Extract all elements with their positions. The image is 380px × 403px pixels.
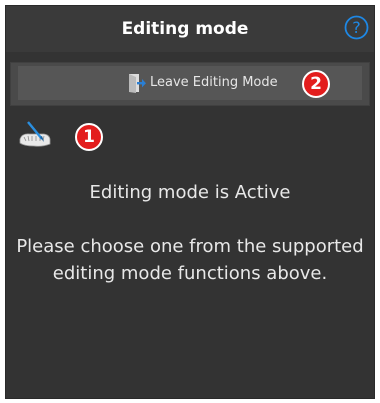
exit-door-icon	[129, 74, 146, 93]
panel-title: Editing mode	[121, 19, 249, 39]
status-message-body: Please choose one from the supported edi…	[16, 236, 364, 284]
svg-text:?: ?	[352, 18, 361, 37]
panel-header: Editing mode ?	[6, 6, 374, 52]
editing-mode-panel: Editing mode ? Leave Editing Mode 2 1 Ed…	[6, 6, 374, 398]
annotation-badge-1: 1	[75, 123, 103, 151]
annotation-badge-2: 2	[302, 70, 330, 98]
leave-button-label: Leave Editing Mode	[150, 75, 278, 90]
leave-editing-mode-button[interactable]: Leave Editing Mode 2	[17, 65, 363, 101]
jaw-edit-tool-icon[interactable]	[18, 119, 52, 151]
status-message-title: Editing mode is Active	[89, 182, 291, 203]
editing-tools-row: 1	[6, 114, 374, 158]
help-circle-icon[interactable]: ?	[344, 15, 369, 40]
leave-toolbar: Leave Editing Mode 2	[10, 62, 370, 106]
